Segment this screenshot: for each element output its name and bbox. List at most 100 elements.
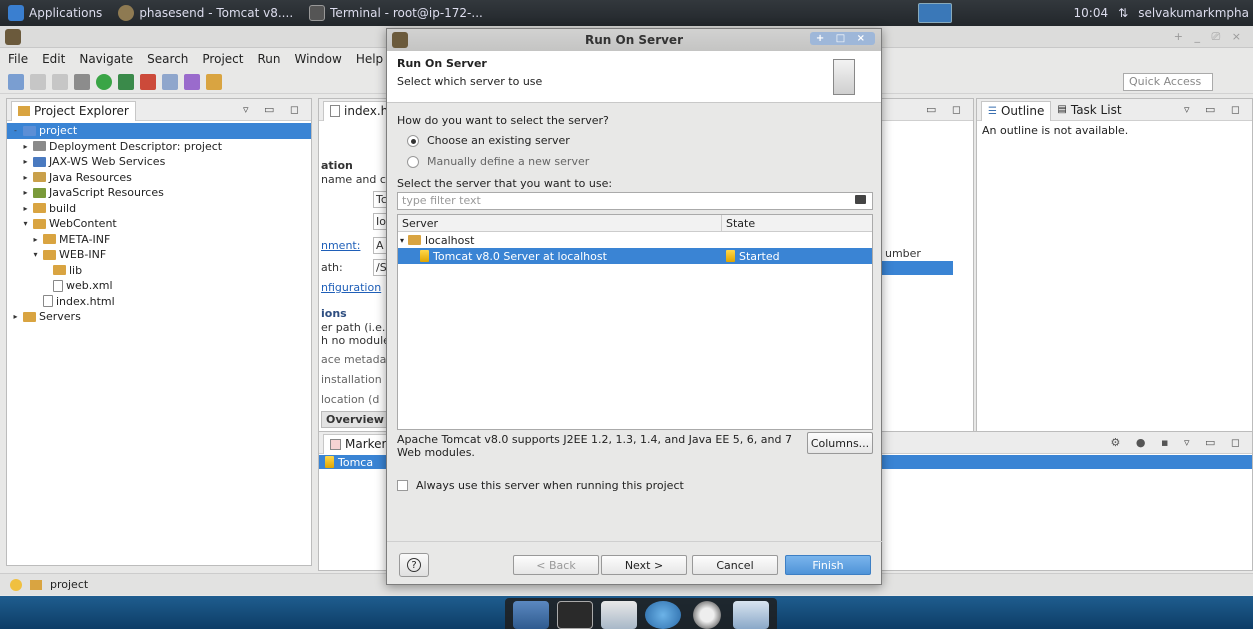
- project-icon: [23, 125, 36, 136]
- terminal-launcher-icon[interactable]: [557, 601, 593, 629]
- workspace-switcher[interactable]: [918, 3, 952, 23]
- tree-item-build[interactable]: ▸ build: [7, 201, 311, 217]
- tree-twisty-icon[interactable]: ▸: [11, 309, 20, 325]
- new-java-project-icon[interactable]: [162, 73, 178, 90]
- tree-item-webcontent[interactable]: ▾ WebContent: [7, 216, 311, 232]
- always-use-checkbox[interactable]: Always use this server when running this…: [397, 479, 684, 492]
- next-button[interactable]: Next >: [601, 555, 687, 575]
- clock: 10:04: [1073, 6, 1109, 20]
- tab-outline[interactable]: ☰ Outline: [981, 100, 1052, 121]
- open-type-icon[interactable]: [206, 73, 222, 90]
- servers-view-controls[interactable]: ⚙ ● ▪ ▿ ▭ ◻: [1111, 436, 1246, 449]
- radio-selected-icon: [407, 134, 419, 147]
- help-button[interactable]: ?: [399, 553, 429, 577]
- menu-file[interactable]: File: [8, 52, 28, 66]
- tree-item-index-html[interactable]: index.html: [7, 294, 311, 310]
- editor-link[interactable]: nfiguration: [321, 281, 381, 294]
- tree-item-web-inf[interactable]: ▾ WEB-INF: [7, 247, 311, 263]
- tree-twisty-icon[interactable]: ▸: [21, 170, 30, 186]
- new-class-icon[interactable]: [184, 73, 200, 90]
- run-icon[interactable]: [96, 73, 112, 90]
- window-controls[interactable]: + _ ⎚ ×: [1174, 30, 1245, 44]
- status-project: project: [50, 578, 89, 591]
- taskbar-eclipse[interactable]: phasesend - Tomcat v8....: [110, 0, 301, 26]
- column-server[interactable]: Server: [398, 215, 722, 231]
- project-tree[interactable]: - project ▸ Deployment Descriptor: project ▸…: [7, 121, 311, 325]
- menu-run[interactable]: Run: [257, 52, 280, 66]
- folder-icon: [408, 235, 422, 245]
- server-row-selected[interactable]: Tomcat v8.0 Server at localhost Started: [398, 248, 872, 264]
- tree-twisty-icon[interactable]: -: [11, 123, 20, 139]
- server-table[interactable]: Server State ▾ localhost Tomcat v8.0 Ser…: [397, 214, 873, 430]
- column-state[interactable]: State: [722, 215, 872, 231]
- tree-item-web-xml[interactable]: web.xml: [7, 278, 311, 294]
- folder-launcher-icon[interactable]: [733, 601, 769, 629]
- tree-twisty-icon[interactable]: ▸: [21, 185, 30, 201]
- cancel-button[interactable]: Cancel: [692, 555, 778, 575]
- applications-menu[interactable]: Applications: [0, 0, 110, 26]
- filter-placeholder: type filter text: [402, 194, 481, 207]
- desktop-icon[interactable]: [513, 601, 549, 629]
- clear-filter-icon[interactable]: [855, 195, 866, 204]
- debug-icon[interactable]: [74, 73, 90, 90]
- external-tools-icon[interactable]: [140, 73, 156, 90]
- tree-item-label: lib: [69, 263, 83, 277]
- tree-twisty-icon[interactable]: ▸: [21, 154, 30, 170]
- editor-fragment: umber: [885, 247, 921, 260]
- tree-item-project[interactable]: - project: [7, 123, 311, 139]
- filter-input[interactable]: type filter text: [397, 192, 873, 210]
- tree-twisty-icon[interactable]: ▾: [31, 247, 40, 263]
- tab-project-explorer[interactable]: Project Explorer: [11, 100, 136, 121]
- columns-button[interactable]: Columns...: [807, 432, 873, 454]
- radio-manual-server[interactable]: Manually define a new server: [407, 155, 589, 168]
- menu-search[interactable]: Search: [147, 52, 188, 66]
- tab-task-list[interactable]: ▤ Task List: [1057, 103, 1121, 117]
- back-button[interactable]: < Back: [513, 555, 599, 575]
- tree-item-label: Deployment Descriptor: project: [49, 139, 223, 153]
- save-all-icon[interactable]: [52, 73, 68, 90]
- markers-icon: [330, 438, 341, 450]
- tree-twisty-icon[interactable]: ▸: [21, 139, 30, 155]
- tree-item-jax-ws-web-services[interactable]: ▸ JAX-WS Web Services: [7, 154, 311, 170]
- editor-fragment: ation: [321, 159, 353, 172]
- new-server-icon[interactable]: [118, 73, 134, 90]
- menu-help[interactable]: Help: [356, 52, 383, 66]
- taskbar-terminal[interactable]: Terminal - root@ip-172-...: [301, 0, 491, 26]
- tree-item-lib[interactable]: lib: [7, 263, 311, 279]
- tree-item-deployment-descriptor-project[interactable]: ▸ Deployment Descriptor: project: [7, 139, 311, 155]
- editor-controls[interactable]: ▭ ◻: [926, 103, 967, 116]
- menu-window[interactable]: Window: [294, 52, 341, 66]
- finish-button[interactable]: Finish: [785, 555, 871, 575]
- tree-item-label: Java Resources: [49, 170, 132, 184]
- home-folder-icon[interactable]: [601, 601, 637, 629]
- radio-existing-server[interactable]: Choose an existing server: [407, 134, 570, 147]
- menu-edit[interactable]: Edit: [42, 52, 65, 66]
- host-row[interactable]: ▾ localhost: [398, 232, 872, 248]
- new-icon[interactable]: [8, 73, 24, 90]
- dialog-window-controls[interactable]: + □ ×: [809, 32, 875, 45]
- menu-project[interactable]: Project: [202, 52, 243, 66]
- save-icon[interactable]: [30, 73, 46, 90]
- tree-twisty-icon[interactable]: ▸: [21, 201, 30, 217]
- tree-item-javascript-resources[interactable]: ▸ JavaScript Resources: [7, 185, 311, 201]
- tree-twisty-icon[interactable]: ▸: [31, 232, 40, 248]
- outline-controls[interactable]: ▿ ▭ ◻: [1184, 103, 1246, 116]
- system-panel: Applications phasesend - Tomcat v8.... T…: [0, 0, 1253, 26]
- eclipse-window-icon: [5, 29, 21, 45]
- search-icon[interactable]: [689, 601, 725, 629]
- checkbox-box: [397, 480, 408, 491]
- tree-twisty-icon[interactable]: ▾: [21, 216, 30, 232]
- radio-unselected-icon: [407, 155, 419, 168]
- browser-icon[interactable]: [645, 601, 681, 629]
- folder-icon: [33, 203, 46, 214]
- menu-navigate[interactable]: Navigate: [79, 52, 133, 66]
- editor-link[interactable]: nment:: [321, 239, 360, 252]
- panel-controls[interactable]: ▿ ▭ ◻: [243, 103, 305, 116]
- tree-item-servers[interactable]: ▸ Servers: [7, 309, 311, 325]
- expand-twisty-icon[interactable]: ▾: [400, 236, 404, 245]
- editor-overview-tab[interactable]: Overview: [321, 411, 389, 428]
- quick-access-input[interactable]: Quick Access: [1123, 73, 1213, 91]
- tree-item-meta-inf[interactable]: ▸ META-INF: [7, 232, 311, 248]
- tree-item-java-resources[interactable]: ▸ Java Resources: [7, 170, 311, 186]
- username[interactable]: selvakumarkmpha: [1138, 6, 1249, 20]
